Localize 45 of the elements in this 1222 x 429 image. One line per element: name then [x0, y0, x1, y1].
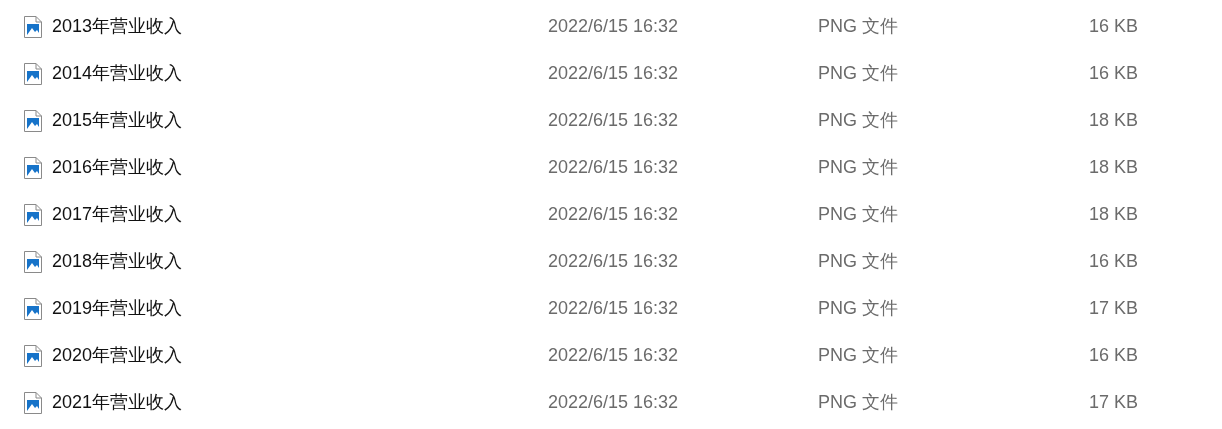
image-file-icon	[24, 391, 42, 414]
file-name[interactable]: 2016年营业收入	[52, 154, 183, 181]
image-file-icon	[24, 297, 42, 320]
date-modified: 2022/6/15 16:32	[548, 391, 680, 414]
file-type: PNG 文件	[818, 250, 899, 273]
image-file-icon	[24, 344, 42, 367]
image-file-icon	[24, 156, 42, 179]
date-modified: 2022/6/15 16:32	[548, 250, 680, 273]
file-size: 16 KB	[1087, 15, 1138, 38]
image-file-icon	[24, 15, 42, 38]
file-name[interactable]: 2019年营业收入	[52, 295, 183, 322]
file-type: PNG 文件	[818, 344, 899, 367]
date-modified: 2022/6/15 16:32	[548, 203, 680, 226]
image-file-icon	[24, 203, 42, 226]
file-size: 16 KB	[1087, 344, 1138, 367]
file-size: 18 KB	[1087, 109, 1138, 132]
file-type: PNG 文件	[818, 156, 899, 179]
file-type: PNG 文件	[818, 109, 899, 132]
image-file-icon	[24, 250, 42, 273]
file-name[interactable]: 2013年营业收入	[52, 13, 183, 40]
file-name[interactable]: 2021年营业收入	[52, 389, 183, 416]
file-type: PNG 文件	[818, 62, 899, 85]
date-modified: 2022/6/15 16:32	[548, 344, 680, 367]
date-modified: 2022/6/15 16:32	[548, 297, 680, 320]
file-size: 18 KB	[1087, 203, 1138, 226]
date-modified: 2022/6/15 16:32	[548, 62, 680, 85]
file-size: 16 KB	[1087, 62, 1138, 85]
file-size: 17 KB	[1087, 391, 1138, 414]
file-type: PNG 文件	[818, 297, 899, 320]
file-type: PNG 文件	[818, 391, 899, 414]
file-size: 17 KB	[1087, 297, 1138, 320]
file-type: PNG 文件	[818, 203, 899, 226]
date-modified: 2022/6/15 16:32	[548, 15, 680, 38]
file-size: 18 KB	[1087, 156, 1138, 179]
date-modified: 2022/6/15 16:32	[548, 156, 680, 179]
date-modified: 2022/6/15 16:32	[548, 109, 680, 132]
file-name[interactable]: 2014年营业收入	[52, 60, 183, 87]
image-file-icon	[24, 62, 42, 85]
file-name[interactable]: 2017年营业收入	[52, 201, 183, 228]
image-file-icon	[24, 109, 42, 132]
file-name[interactable]: 2020年营业收入	[52, 342, 183, 369]
file-type: PNG 文件	[818, 15, 899, 38]
file-name[interactable]: 2015年营业收入	[52, 107, 183, 134]
file-size: 16 KB	[1087, 250, 1138, 273]
file-name[interactable]: 2018年营业收入	[52, 248, 183, 275]
